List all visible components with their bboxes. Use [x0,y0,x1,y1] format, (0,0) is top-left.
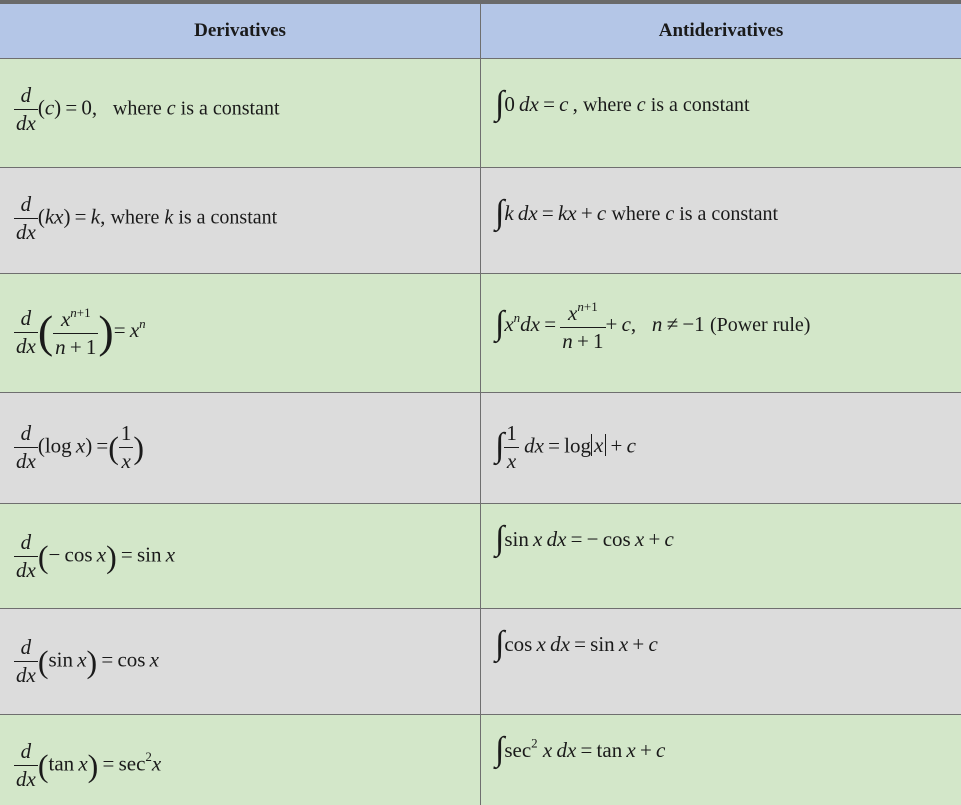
formula: d dx (kx) = k, where k is a constant [14,192,278,244]
derivative-cell: d dx(xn+1 n + 1)= xn [0,274,481,392]
antiderivative-cell: ∫sin x dx = − cos x + c [481,504,961,608]
table-row: d dx (sin x) = cos x ∫cos x dx = sin x + c [0,609,961,715]
formula: ∫cos x dx = sin x + c [495,625,658,662]
table-row: d dx (tan x) = sec2x ∫sec2 x dx = tan x + … [0,715,961,805]
formula: d dx(xn+1 n + 1)= xn [14,305,146,360]
derivative-cell: d dx (log x) =(1 x) [0,393,481,503]
derivative-cell: d dx (− cos x) = sin x [0,504,481,608]
antiderivative-cell: ∫ 1 x dx = log x + c [481,393,961,503]
formula: ∫xndx = xn+1 n + 1 + c, n ≠ −1 (Power rule… [495,299,811,354]
formula: ∫k dx = kx + c where c is a constant [495,194,779,231]
formula: d dx (− cos x) = sin x [14,530,176,582]
antiderivative-cell: ∫k dx = kx + c where c is a constant [481,168,961,273]
derivative-cell: d dx (kx) = k, where k is a constant [0,168,481,273]
formula: ∫sin x dx = − cos x + c [495,520,674,557]
formula: d dx (c) = 0, where c is a constant [14,83,280,135]
antiderivative-cell: ∫xndx = xn+1 n + 1 + c, n ≠ −1 (Power rule… [481,274,961,392]
formula: ∫0 dx = c , where c is a constant [495,85,750,122]
formula: d dx (log x) =(1 x) [14,421,145,473]
header-derivatives: Derivatives [0,4,481,58]
derivative-cell: d dx (sin x) = cos x [0,609,481,714]
table-header-row: Derivatives Antiderivatives [0,4,961,59]
antiderivative-cell: ∫cos x dx = sin x + c [481,609,961,714]
antiderivative-cell: ∫sec2 x dx = tan x + c [481,715,961,805]
table-row: d dx (kx) = k, where k is a constant ∫k dx… [0,168,961,274]
table-row: d dx (− cos x) = sin x ∫sin x dx = − cos x… [0,504,961,609]
formula: ∫sec2 x dx = tan x + c [495,731,666,768]
formula-table: Derivatives Antiderivatives d dx (c) = 0, … [0,0,961,805]
formula: d dx (sin x) = cos x [14,635,159,687]
table-row: d dx(xn+1 n + 1)= xn ∫xndx = xn+1 n + 1 + c,… [0,274,961,393]
power-rule-note: (Power rule) [709,313,811,336]
derivative-cell: d dx (c) = 0, where c is a constant [0,59,481,167]
antiderivative-cell: ∫0 dx = c , where c is a constant [481,59,961,167]
table-row: d dx (c) = 0, where c is a constant ∫0 dx … [0,59,961,168]
header-antiderivatives: Antiderivatives [658,20,784,41]
formula: d dx (tan x) = sec2x [14,739,162,791]
table-row: d dx (log x) =(1 x) ∫ 1 x dx = log x + c [0,393,961,504]
derivative-cell: d dx (tan x) = sec2x [0,715,481,805]
formula: ∫ 1 x dx = log x + c [495,421,636,473]
